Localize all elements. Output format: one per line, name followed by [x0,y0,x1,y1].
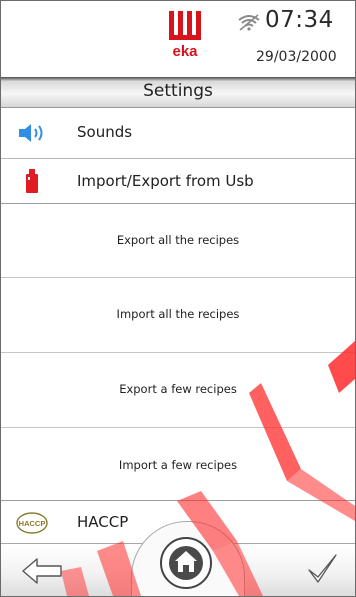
checkmark-icon[interactable] [306,553,338,585]
clock-time: 07:34 [265,7,334,33]
import-all-label: Import all the recipes [116,307,240,321]
export-all-label: Export all the recipes [116,233,240,247]
sounds-label: Sounds [77,123,133,141]
title-bar: Settings [1,77,355,108]
export-all-button[interactable]: Export all the recipes [1,204,355,278]
haccp-label: HACCP [77,513,129,531]
home-icon [169,546,203,580]
usb-label: Import/Export from Usb [77,172,254,190]
status-header: eka 07:34 29/03/2000 [1,1,355,77]
usb-drive-icon [26,169,38,193]
home-button[interactable] [160,537,212,589]
export-few-button[interactable]: Export a few recipes [1,353,355,428]
import-all-button[interactable]: Import all the recipes [1,278,355,353]
import-few-button[interactable]: Import a few recipes [1,428,355,501]
menu-item-usb[interactable]: Import/Export from Usb [1,159,355,204]
brand-text: eka [172,43,198,59]
svg-text:HACCP: HACCP [19,519,46,528]
page-title: Settings [143,81,213,101]
speaker-icon [19,124,43,142]
wifi-icon [238,14,260,31]
import-few-label: Import a few recipes [118,458,238,472]
haccp-badge-icon: HACCP [16,512,48,534]
back-arrow-icon[interactable] [21,556,65,586]
clock-date: 29/03/2000 [256,49,337,65]
menu-item-sounds[interactable]: Sounds [1,108,355,159]
export-few-label: Export a few recipes [119,382,237,396]
device-screen: eka 07:34 29/03/2000 Settings Sounds Imp… [0,0,356,597]
eka-logo: eka [169,11,201,59]
